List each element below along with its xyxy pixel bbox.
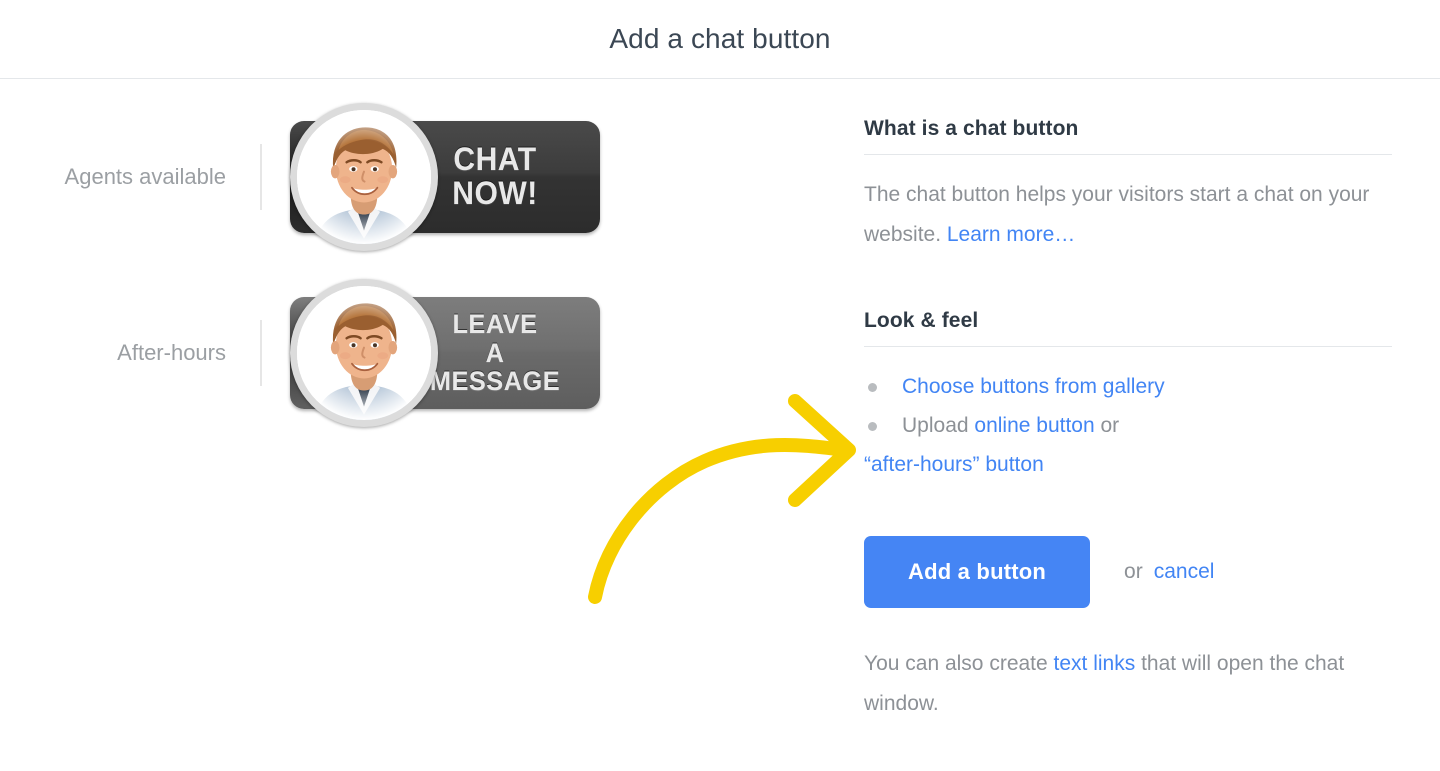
- text-links-link[interactable]: text links: [1054, 652, 1136, 675]
- page-title: Add a chat button: [609, 23, 831, 54]
- preview-row-offline: After-hours LEAVE A MESSAGE: [0, 279, 600, 427]
- preview-label-offline: After-hours: [117, 340, 226, 365]
- chat-button-online[interactable]: CHAT NOW!: [290, 103, 600, 251]
- chat-button-offline[interactable]: LEAVE A MESSAGE: [290, 279, 600, 427]
- avatar: [290, 279, 438, 427]
- preview-divider-online: [260, 144, 262, 210]
- cancel-link[interactable]: cancel: [1154, 560, 1215, 584]
- learn-more-link[interactable]: Learn more…: [947, 223, 1075, 246]
- avatar-image: [297, 110, 431, 244]
- preview-divider-offline: [260, 320, 262, 386]
- add-a-button-button[interactable]: Add a button: [864, 535, 1091, 608]
- chat-button-offline-label: LEAVE A MESSAGE: [423, 310, 568, 395]
- look-and-feel-rule: [864, 345, 1392, 347]
- preview-label-online: Agents available: [64, 164, 226, 189]
- chat-button-online-label: CHAT NOW!: [423, 143, 568, 210]
- or-label: or: [1124, 559, 1143, 583]
- footnote: You can also create text links that will…: [864, 644, 1392, 724]
- upload-middle-text: or: [1094, 413, 1120, 437]
- action-row: Add a button or cancel: [864, 535, 1392, 608]
- upload-online-button-link[interactable]: online button: [974, 414, 1094, 437]
- avatar-image: [297, 286, 431, 420]
- info-paragraph: The chat button helps your visitors star…: [864, 175, 1392, 255]
- info-heading-rule: [864, 154, 1392, 155]
- avatar: [290, 103, 438, 251]
- list-item-upload-continued: “after-hours” button: [864, 445, 1392, 484]
- preview-row-online: Agents available CHAT NOW!: [0, 103, 600, 251]
- chat-label-line-2: A MESSAGE: [429, 337, 561, 397]
- footnote-text-part1: You can also create: [864, 651, 1054, 675]
- list-item-gallery: Choose buttons from gallery: [864, 367, 1392, 406]
- info-heading: What is a chat button: [864, 117, 1079, 140]
- look-and-feel-heading: Look & feel: [864, 308, 979, 332]
- dialog-body: Agents available CHAT NOW! After-hours L…: [0, 79, 1440, 771]
- upload-after-hours-button-link[interactable]: “after-hours” button: [864, 453, 1044, 476]
- chat-label-line-1: LEAVE: [452, 309, 538, 340]
- upload-prefix-text: Upload: [902, 413, 975, 437]
- choose-buttons-gallery-link[interactable]: Choose buttons from gallery: [902, 375, 1165, 398]
- info-panel: What is a chat button The chat button he…: [864, 79, 1440, 771]
- list-item-upload: Upload online button or: [864, 406, 1392, 445]
- look-and-feel-options: Choose buttons from gallery Upload onlin…: [864, 367, 1392, 484]
- button-preview-panel: Agents available CHAT NOW! After-hours L…: [0, 79, 864, 771]
- info-paragraph-text: The chat button helps your visitors star…: [864, 183, 1370, 246]
- chat-label-line-1: CHAT NOW!: [452, 141, 538, 211]
- dialog-header: Add a chat button: [0, 0, 1440, 79]
